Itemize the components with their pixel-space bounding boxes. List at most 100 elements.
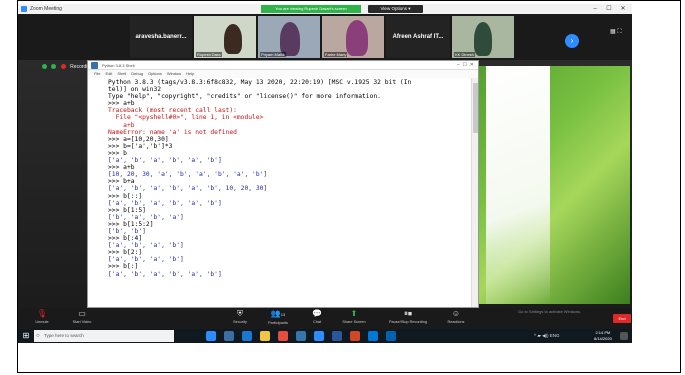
- console-input-line: >>> b[2:]: [108, 249, 143, 257]
- idle-title: Python 3.8.3 Shell: [102, 63, 135, 68]
- file-explorer-icon[interactable]: [260, 331, 270, 341]
- cortana-icon[interactable]: [206, 331, 216, 341]
- security-label: Security: [233, 320, 247, 324]
- powerpoint-icon[interactable]: [350, 331, 360, 341]
- participants-label: Participants: [268, 321, 288, 325]
- tray-language: ENG: [549, 333, 560, 338]
- idle-menu-item[interactable]: Edit: [105, 71, 112, 76]
- idle-window-controls-icon[interactable]: – ☐ ✕: [457, 61, 474, 70]
- console-input-line: tel)] on win32: [108, 86, 162, 94]
- participant-gallery: aravesha.banerr... Rupesh Dara Priyam Ma…: [18, 14, 632, 60]
- store-icon[interactable]: [386, 331, 396, 341]
- participant-name: Afreen Ashraf IT...: [392, 34, 444, 40]
- console-output-line: ['b', 'a', 'b', 'a']: [108, 213, 184, 221]
- idle-menu-item[interactable]: File: [94, 71, 100, 76]
- console-input-line: >>> a+b: [108, 100, 135, 108]
- console-input-line: >>> a=[10,20,30]: [108, 135, 169, 143]
- idle-menu-item[interactable]: Options: [148, 71, 162, 76]
- windows-taskbar: ⊞ ○ Type here to search ^ ▰ ◀)) ENG 2:14…: [18, 329, 632, 343]
- python-taskbar-icon[interactable]: [296, 331, 306, 341]
- python-icon: [91, 62, 98, 69]
- task-view-icon[interactable]: [224, 331, 234, 341]
- console-output-line: ['a', 'b', 'a', 'b']: [108, 242, 184, 250]
- console-output-line: ['a', 'b', 'a', 'b', 'a', 'b']: [108, 157, 222, 165]
- share-screen-icon: ⬆: [350, 309, 358, 318]
- close-icon[interactable]: ✕: [616, 4, 630, 14]
- maximize-icon[interactable]: ☐: [602, 4, 616, 14]
- idle-menu-item[interactable]: Window: [167, 71, 181, 76]
- word-icon[interactable]: [332, 331, 342, 341]
- console-input-line: >>> b: [108, 149, 127, 157]
- recording-dot-icon: [60, 64, 66, 70]
- taskbar-search-box[interactable]: ○ Type here to search: [34, 330, 174, 342]
- shield-icon: ⛨: [237, 309, 243, 318]
- reactions-button[interactable]: ☺ Reactions: [436, 309, 476, 329]
- end-meeting-button[interactable]: End: [613, 314, 631, 323]
- minimize-icon[interactable]: –: [588, 4, 602, 14]
- recording-indicator: Recording: [42, 64, 93, 70]
- participant-tile[interactable]: KK Dinesh: [452, 16, 514, 58]
- taskbar-search-placeholder: Type here to search: [44, 333, 84, 338]
- security-button[interactable]: ⛨ Security: [220, 309, 260, 329]
- chat-label: Chat: [312, 320, 322, 324]
- windows-start-icon[interactable]: ⊞: [20, 330, 32, 342]
- idle-menu-item[interactable]: Shell: [117, 71, 126, 76]
- participant-video: [224, 24, 242, 54]
- participants-button[interactable]: 👥13 Participants: [258, 309, 298, 329]
- chrome-icon[interactable]: [278, 331, 288, 341]
- gallery-view-icon[interactable]: ▦ ⛶: [610, 28, 622, 36]
- participant-tile[interactable]: Rupesh Dara: [194, 16, 256, 58]
- share-screen-button[interactable]: ⬆ Share Screen: [334, 309, 374, 329]
- edge-icon[interactable]: [242, 331, 252, 341]
- console-input-line: >>> b[::]: [108, 192, 143, 200]
- console-error-line: File "<pyshell#0>", line 1, in <module>: [108, 114, 264, 122]
- participant-name: aravesha.banerr...: [135, 34, 187, 40]
- reactions-icon: ☺: [451, 309, 461, 318]
- console-output-line: ['a', 'b', 'a', 'b', 'a', 'b']: [108, 270, 222, 278]
- console-output-line: [10, 20, 30, 'a', 'b', 'a', 'b', 'a', 'b…: [108, 171, 268, 179]
- video-off-icon: ▭: [78, 309, 86, 318]
- next-page-icon[interactable]: ›: [565, 34, 579, 48]
- console-input-line: Type "help", "copyright", "credits" or "…: [108, 93, 381, 101]
- idle-menu-item[interactable]: Help: [186, 71, 194, 76]
- taskbar-clock[interactable]: 2:14 PM 8/14/2020: [594, 330, 612, 342]
- start-video-label: Start Video: [72, 320, 92, 324]
- participant-tile[interactable]: Farhe Mariy: [322, 16, 384, 58]
- view-options-button[interactable]: View Options ▾: [368, 5, 423, 13]
- chat-icon: 💬: [312, 309, 322, 318]
- idle-menu-item[interactable]: Debug: [131, 71, 143, 76]
- participant-video: [474, 22, 492, 56]
- participant-tile[interactable]: aravesha.banerr...: [130, 16, 192, 58]
- search-icon: ○: [36, 333, 40, 339]
- console-input-line: >>> b[1:5]: [108, 206, 146, 214]
- participant-tile[interactable]: Priyam Mallik: [258, 16, 320, 58]
- activate-windows-notice: Go to Settings to activate Windows.: [518, 309, 582, 314]
- console-input-line: Python 3.8.3 (tags/v3.8.3:6f8c832, May 1…: [108, 79, 412, 86]
- idle-scroll-thumb[interactable]: [473, 83, 478, 133]
- participants-icon: 👥13: [270, 309, 286, 318]
- participant-name: KK Dinesh: [454, 52, 475, 57]
- idle-menubar: File Edit Shell Debug Options Window Help: [88, 70, 478, 78]
- console-input-line: >>> b[:4]: [108, 235, 143, 243]
- participant-name: Farhe Mariy: [324, 52, 348, 57]
- console-error-line: NameError: name 'a' is not defined: [108, 128, 237, 136]
- python-idle-window[interactable]: Python 3.8.3 Shell – ☐ ✕ File Edit Shell De…: [87, 60, 479, 308]
- participant-tile[interactable]: Afreen Ashraf IT...: [386, 16, 450, 58]
- internet-explorer-icon[interactable]: [368, 331, 378, 341]
- share-status-icon: [42, 64, 47, 70]
- notifications-icon[interactable]: [620, 332, 628, 340]
- zoom-taskbar-icon[interactable]: [314, 331, 324, 341]
- screen-share-banner: You are viewing Rupesh Dasari's screen: [261, 5, 361, 13]
- console-error-line: Traceback (most recent call last):: [108, 107, 237, 115]
- participant-video: [280, 22, 300, 56]
- share-status-icon: [51, 64, 57, 70]
- pause-recording-button[interactable]: ⏸⏹ Pause/Stop Recording: [382, 309, 434, 329]
- chat-button[interactable]: 💬 Chat: [297, 309, 337, 329]
- idle-scrollbar[interactable]: [471, 78, 478, 307]
- start-video-button[interactable]: ▭ Start Video: [62, 309, 102, 329]
- share-screen-label: Share Screen: [342, 320, 366, 324]
- system-tray[interactable]: ^ ▰ ◀)) ENG: [534, 329, 560, 343]
- console-output-line: ['a', 'b', 'a', 'b']: [108, 256, 184, 264]
- idle-console[interactable]: Python 3.8.3 (tags/v3.8.3:6f8c832, May 1…: [88, 78, 478, 278]
- unmute-button[interactable]: 🎙 Unmute: [22, 309, 62, 329]
